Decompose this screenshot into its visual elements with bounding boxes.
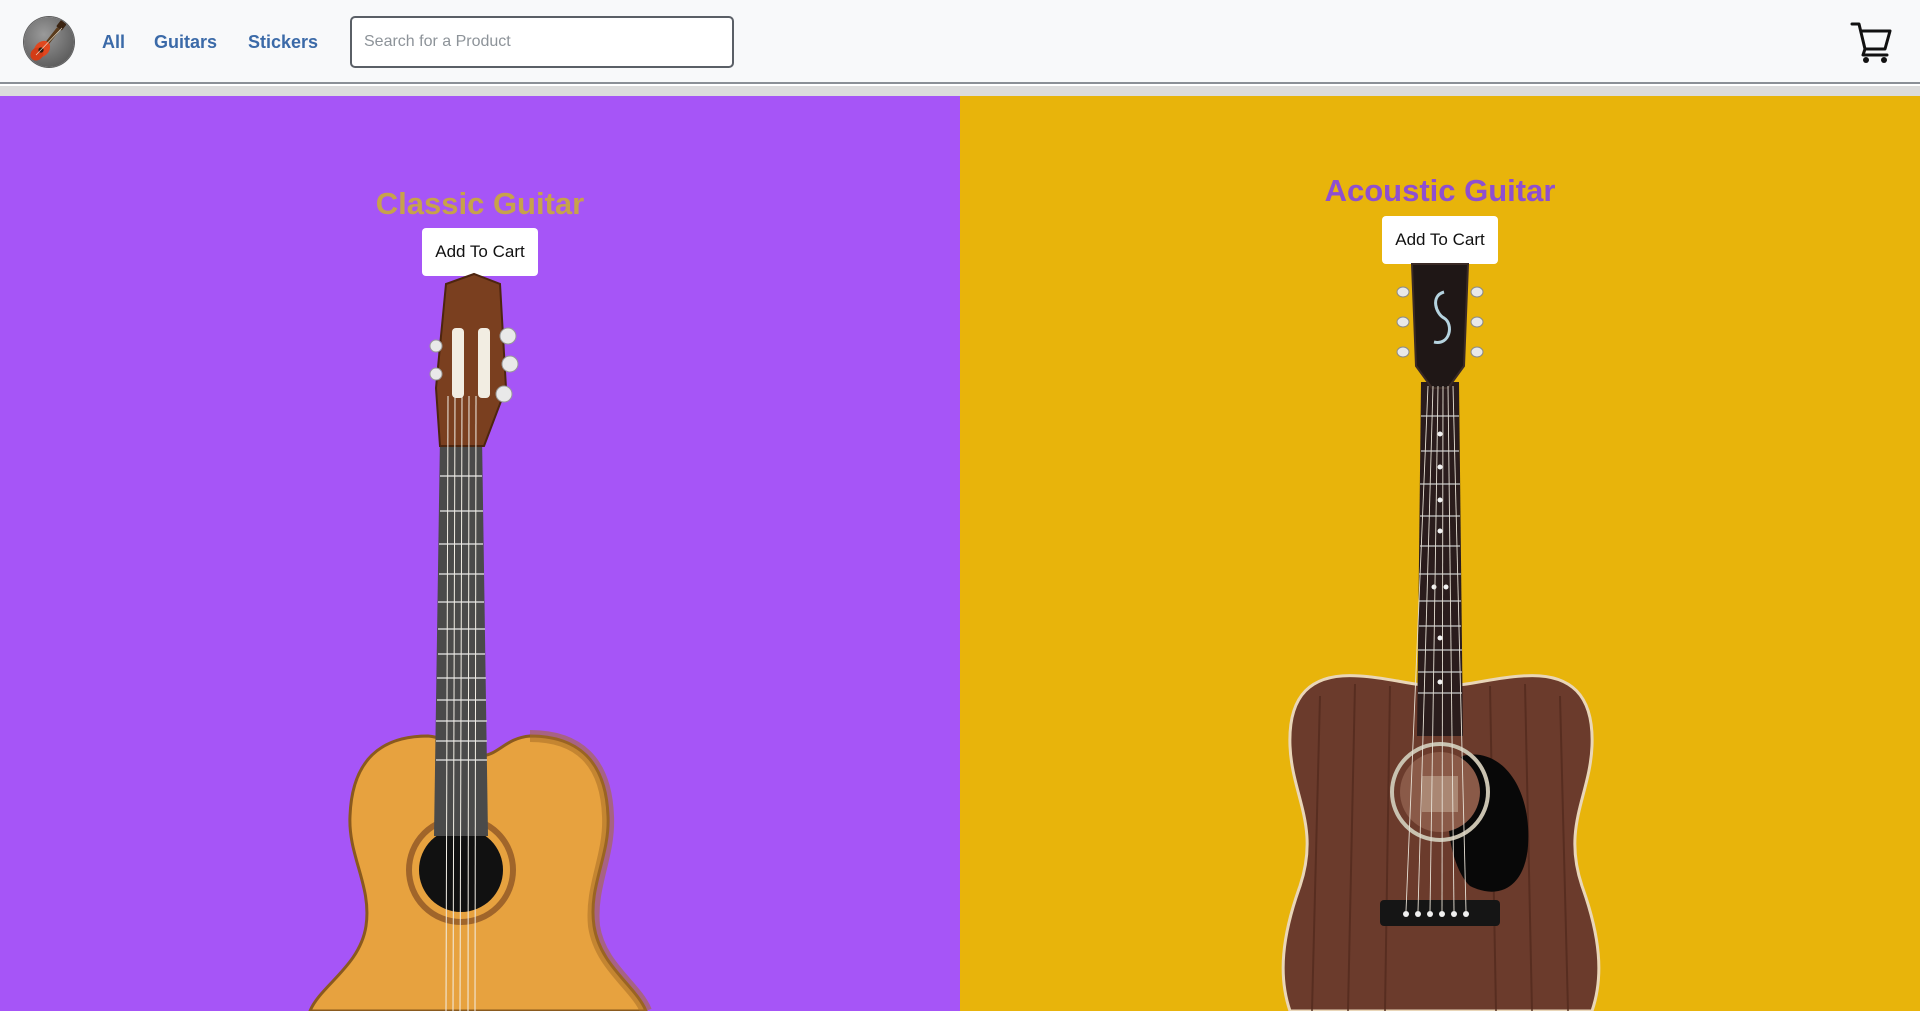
nav-link-guitars[interactable]: Guitars <box>154 30 217 54</box>
classic-guitar-image <box>308 272 652 1011</box>
divider <box>0 86 1920 96</box>
search-input[interactable] <box>350 16 734 68</box>
navbar: All Guitars Stickers <box>0 0 1920 84</box>
nav-link-all[interactable]: All <box>102 30 125 54</box>
shopping-cart-icon[interactable] <box>1850 20 1892 64</box>
guitar-logo-icon[interactable] <box>24 17 74 67</box>
acoustic-guitar-image <box>1281 263 1601 1011</box>
nav-link-stickers[interactable]: Stickers <box>248 30 318 54</box>
product-card-classic-guitar: Classic Guitar Add To Cart <box>0 96 960 1011</box>
product-card-acoustic-guitar: Acoustic Guitar Add To Cart <box>960 96 1920 1011</box>
